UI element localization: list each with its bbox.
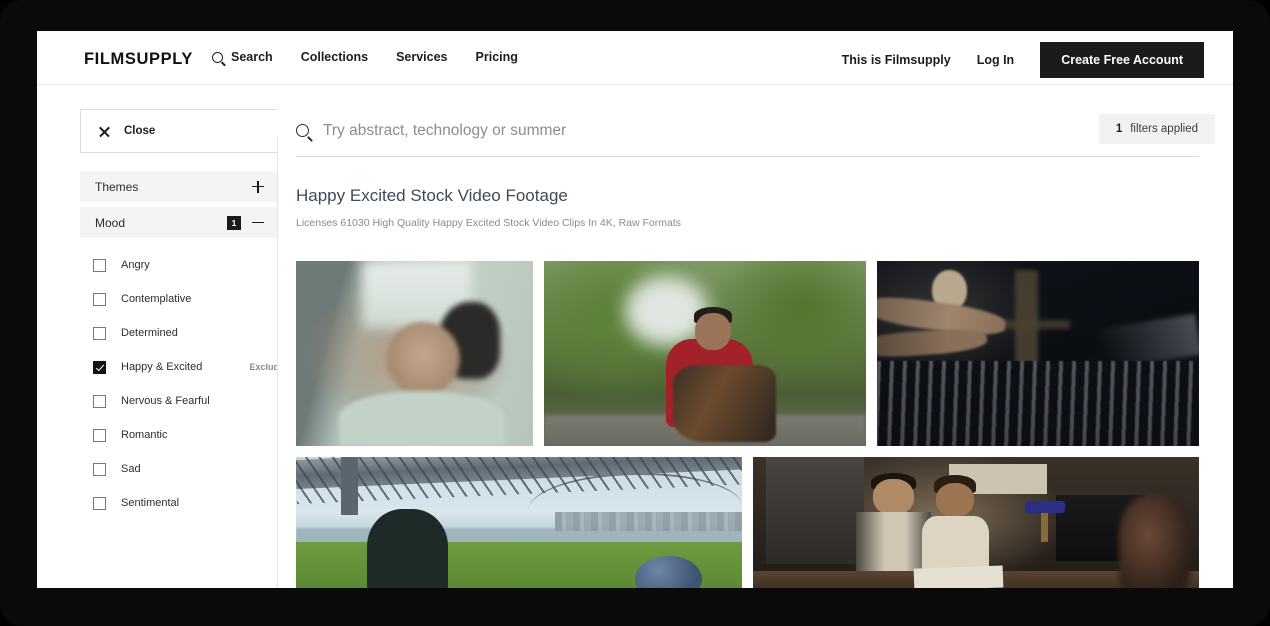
facet-happy-excited-label: Happy & Excited — [121, 361, 203, 373]
facet-romantic[interactable]: Romantic — [93, 418, 277, 452]
video-thumbnail[interactable] — [753, 457, 1199, 588]
thumbnail-detail — [340, 457, 359, 515]
facet-romantic-label: Romantic — [121, 429, 168, 441]
thumbnail-detail — [766, 457, 865, 564]
facet-determined-label: Determined — [121, 327, 178, 339]
facet-sad[interactable]: Sad — [93, 452, 277, 486]
thumbnail-detail — [1118, 495, 1191, 588]
filmsupply-logo[interactable]: FILMSUPPLY — [84, 50, 193, 69]
nav-item-collections[interactable]: Collections — [301, 50, 368, 64]
nav-item-search-label: Search — [231, 50, 273, 64]
checkbox-contemplative[interactable] — [93, 292, 106, 306]
thumbnail-detail — [873, 478, 914, 515]
checkbox-determined[interactable] — [93, 326, 106, 340]
mood-facet-list: Angry Contemplative Determined Happy & E… — [93, 248, 277, 520]
results-row — [296, 457, 1210, 588]
facet-nervous-fearful[interactable]: Nervous & Fearful — [93, 384, 277, 418]
thumbnail-detail — [913, 565, 1004, 588]
create-free-account-button[interactable]: Create Free Account — [1040, 42, 1204, 78]
thumbnail-detail — [386, 322, 460, 397]
filter-sidebar: Close Themes Mood 1 Angry Contemplative … — [37, 85, 277, 588]
nav-item-services[interactable]: Services — [396, 50, 447, 64]
facet-contemplative[interactable]: Contemplative — [93, 282, 277, 316]
facet-sad-label: Sad — [121, 463, 141, 475]
secondary-navigation: This is Filmsupply Log In Create Free Ac… — [842, 42, 1204, 78]
facet-determined[interactable]: Determined — [93, 316, 277, 350]
facet-happy-excited[interactable]: Happy & Excited Exclude — [93, 350, 277, 384]
facet-sentimental-label: Sentimental — [121, 497, 180, 509]
thumbnail-detail — [1025, 500, 1066, 514]
accordion-themes[interactable]: Themes — [80, 171, 277, 202]
search-bar — [296, 109, 1199, 157]
search-input[interactable] — [323, 121, 923, 140]
search-icon — [212, 51, 223, 63]
accordion-themes-label: Themes — [95, 179, 139, 194]
checkbox-angry[interactable] — [93, 258, 106, 272]
results-grid — [296, 261, 1210, 588]
accordion-mood-label: Mood — [95, 215, 126, 230]
facet-sentimental[interactable]: Sentimental — [93, 486, 277, 520]
facet-angry-label: Angry — [121, 259, 150, 271]
checkbox-sentimental[interactable] — [93, 496, 106, 510]
plus-icon — [252, 180, 264, 193]
thumbnail-detail — [695, 312, 731, 350]
thumbnail-detail — [1041, 511, 1049, 542]
checkbox-sad[interactable] — [93, 462, 106, 476]
primary-navigation: Search Collections Services Pricing — [212, 50, 518, 64]
results-row — [296, 261, 1210, 446]
mood-count-badge: 1 — [227, 215, 241, 230]
device-frame: FILMSUPPLY Search Collections Services P… — [0, 0, 1270, 626]
exclude-happy-excited-link[interactable]: Exclude — [249, 362, 277, 372]
thumbnail-detail — [1015, 270, 1038, 367]
site-header: FILMSUPPLY Search Collections Services P… — [37, 31, 1233, 85]
page-title: Happy Excited Stock Video Footage — [296, 186, 568, 205]
page-subtitle: Licenses 61030 High Quality Happy Excite… — [296, 217, 681, 229]
nav-item-search[interactable]: Search — [212, 50, 273, 64]
thumbnail-detail — [672, 364, 776, 443]
minus-icon — [252, 217, 264, 229]
checkbox-romantic[interactable] — [93, 428, 106, 442]
page-viewport: FILMSUPPLY Search Collections Services P… — [37, 31, 1233, 588]
thumbnail-detail — [877, 360, 1199, 446]
log-in-link[interactable]: Log In — [977, 53, 1015, 67]
video-thumbnail[interactable] — [877, 261, 1199, 446]
filters-applied-badge[interactable]: 1 filters applied — [1098, 114, 1215, 144]
facet-contemplative-label: Contemplative — [121, 293, 192, 305]
video-thumbnail[interactable] — [296, 457, 742, 588]
checkbox-happy-excited[interactable] — [93, 360, 106, 374]
close-filters-button[interactable]: Close — [80, 109, 277, 153]
main-content: 1 filters applied Happy Excited Stock Vi… — [278, 85, 1233, 588]
nav-item-about[interactable]: This is Filmsupply — [842, 53, 951, 67]
thumbnail-detail — [554, 511, 742, 531]
close-button-label: Close — [124, 125, 156, 137]
video-thumbnail[interactable] — [544, 261, 866, 446]
thumbnail-detail — [338, 390, 505, 446]
filters-applied-label: filters applied — [1130, 123, 1198, 135]
close-icon — [98, 125, 111, 138]
thumbnail-detail — [935, 483, 974, 518]
checkbox-nervous-fearful[interactable] — [93, 394, 106, 408]
facet-angry[interactable]: Angry — [93, 248, 277, 282]
page-body: Close Themes Mood 1 Angry Contemplative … — [37, 85, 1233, 588]
search-icon — [296, 124, 309, 137]
filters-applied-count: 1 — [1115, 123, 1123, 135]
thumbnail-detail — [367, 509, 448, 588]
nav-item-pricing[interactable]: Pricing — [476, 50, 518, 64]
video-thumbnail[interactable] — [296, 261, 533, 446]
accordion-mood[interactable]: Mood 1 — [80, 207, 277, 238]
facet-nervous-fearful-label: Nervous & Fearful — [121, 395, 210, 407]
